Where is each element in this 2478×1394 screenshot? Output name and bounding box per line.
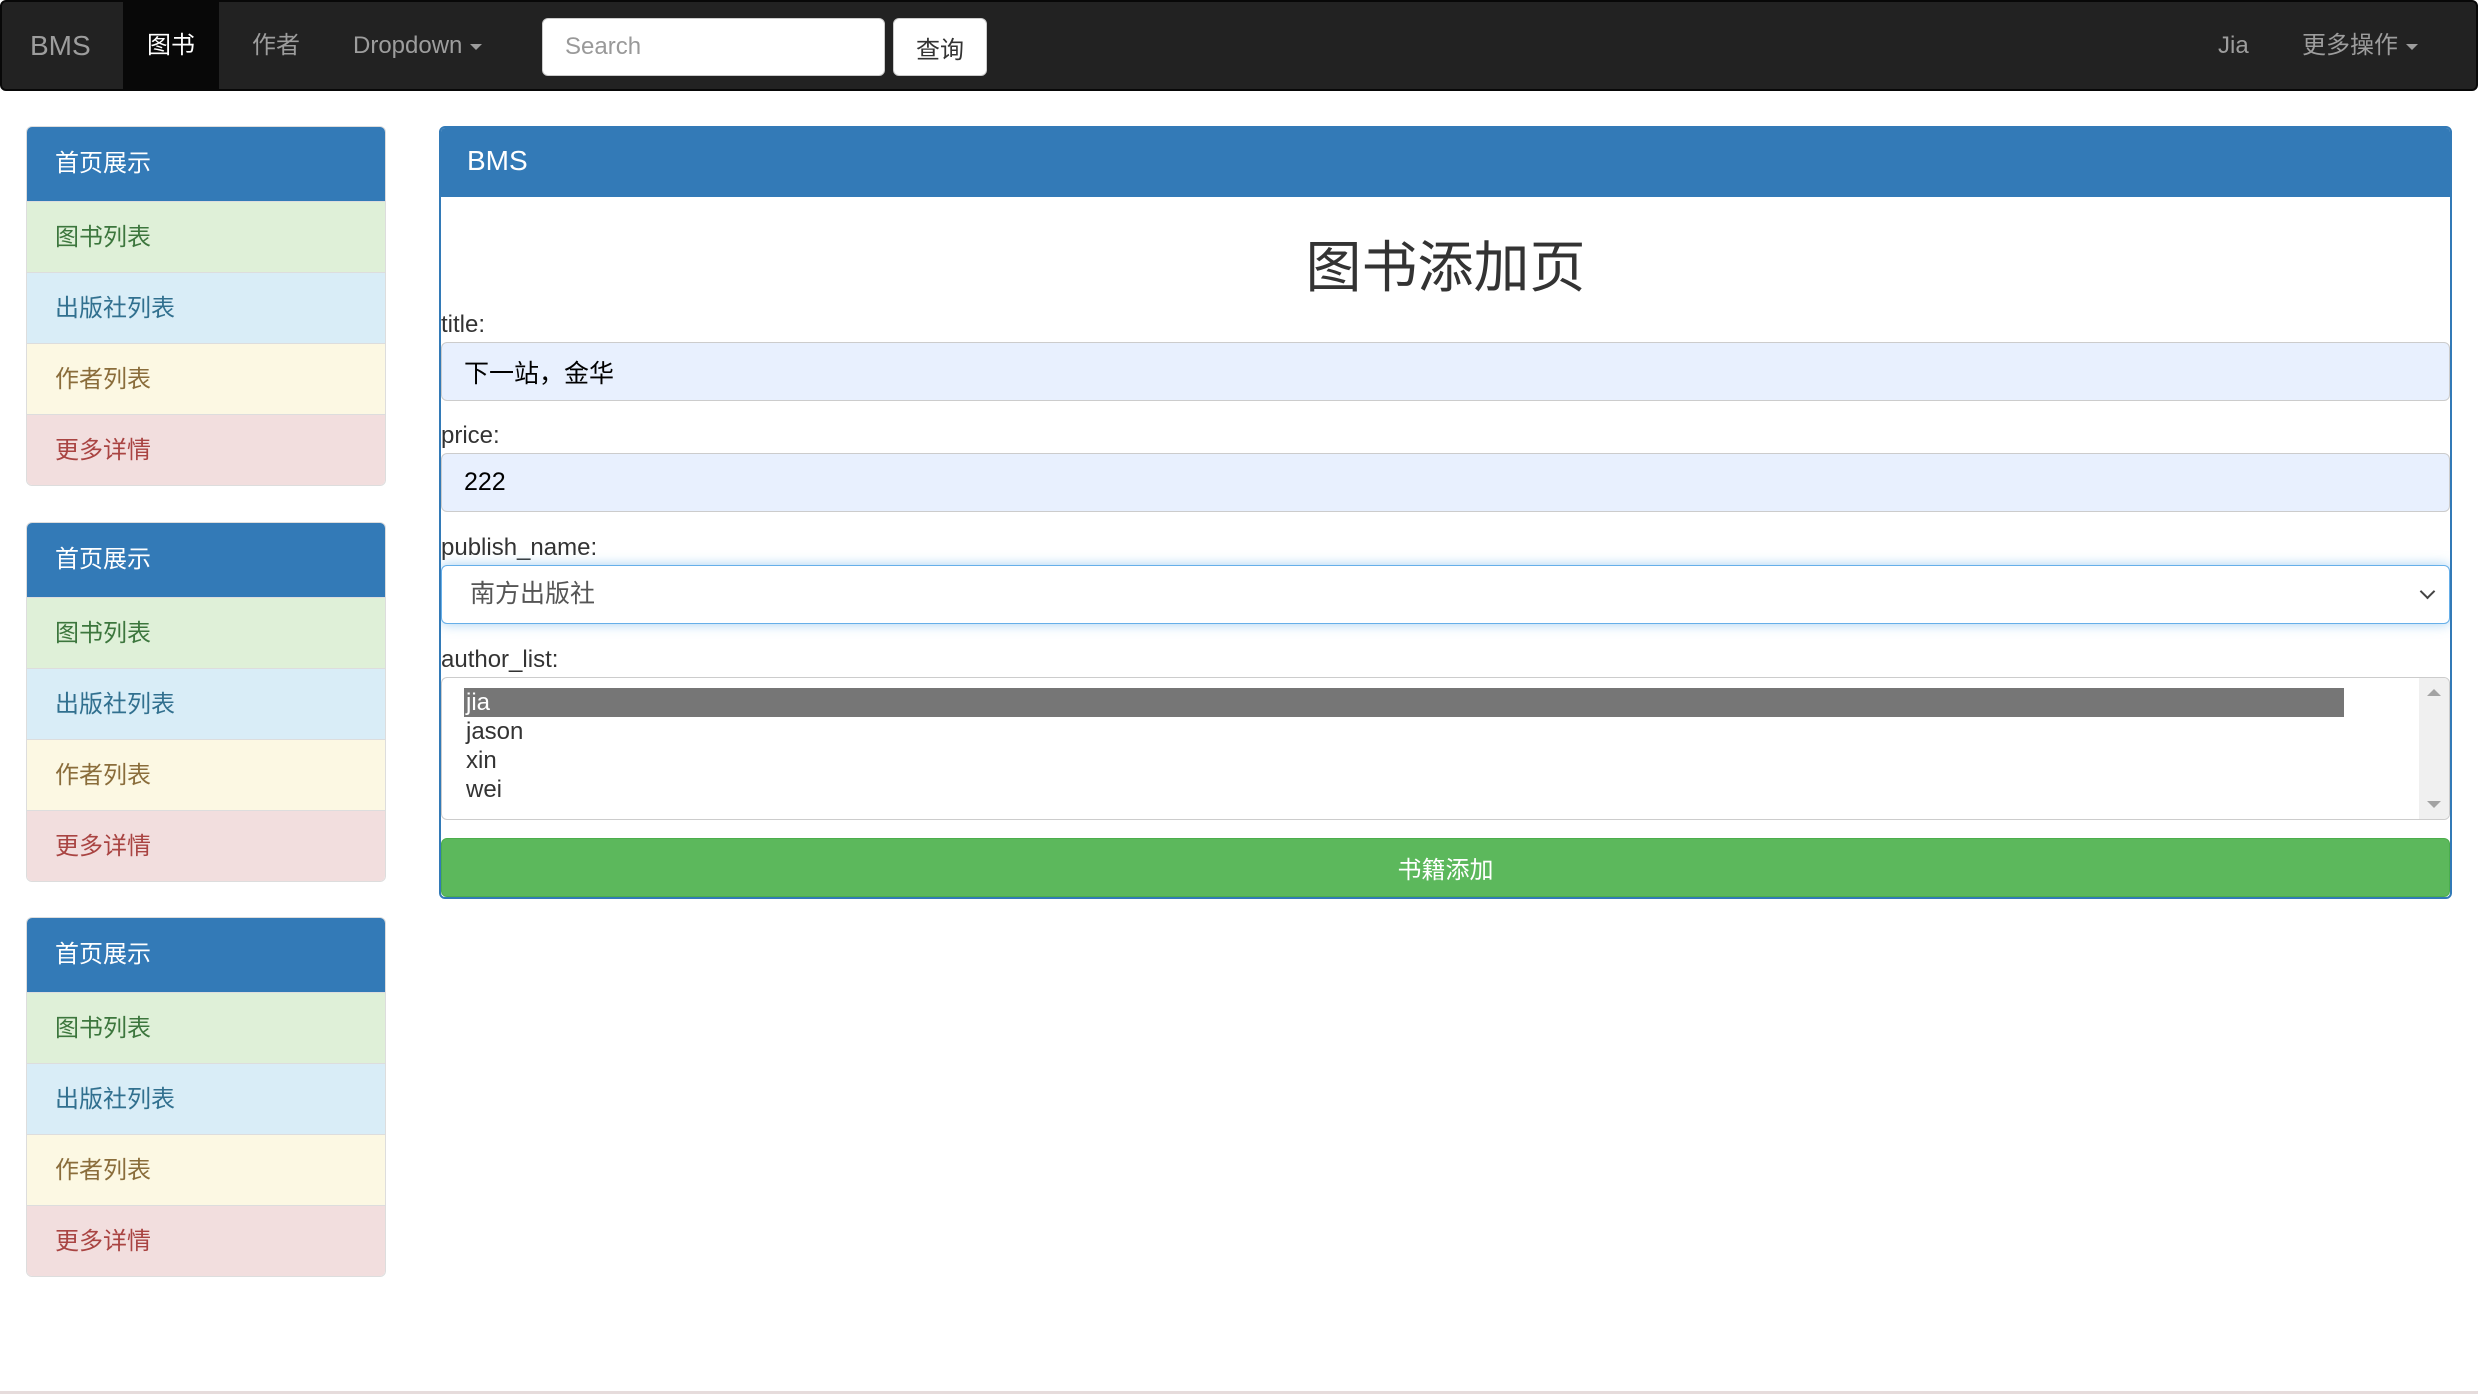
sidebar-item-publisher-list[interactable]: 出版社列表 — [27, 272, 385, 343]
panel-header: BMS — [441, 128, 2450, 197]
nav-tab-books[interactable]: 图书 — [123, 2, 219, 89]
nav-tab-authors-label: 作者 — [252, 32, 300, 59]
author-list-label: author_list: — [441, 646, 559, 673]
add-book-button[interactable]: 书籍添加 — [441, 838, 2450, 897]
author-option[interactable]: wei — [464, 775, 2344, 804]
price-label: price: — [441, 422, 500, 449]
sidebar-panel-header[interactable]: 首页展示 — [27, 127, 385, 201]
sidebar-panel-header[interactable]: 首页展示 — [27, 523, 385, 597]
scroll-up-arrow-icon[interactable] — [2427, 689, 2441, 696]
nav-user-label: Jia — [2218, 32, 2249, 59]
sidebar-item-publisher-list[interactable]: 出版社列表 — [27, 668, 385, 739]
title-label: title: — [441, 311, 486, 338]
nav-dropdown-label: Dropdown — [353, 32, 463, 59]
page-title: 图书添加页 — [1305, 236, 1586, 299]
publish-name-label: publish_name: — [441, 534, 598, 561]
navbar-brand[interactable]: BMS — [30, 2, 91, 89]
sidebar-item-book-list[interactable]: 图书列表 — [27, 201, 385, 272]
sidebar-item-book-list[interactable]: 图书列表 — [27, 992, 385, 1063]
title-input[interactable] — [441, 342, 2450, 401]
author-option[interactable]: jason — [464, 717, 2344, 746]
author-option[interactable]: xin — [464, 746, 2344, 775]
nav-user-link[interactable]: Jia — [2194, 2, 2273, 89]
sidebar-item-author-list[interactable]: 作者列表 — [27, 739, 385, 810]
caret-down-icon — [470, 43, 483, 50]
search-button[interactable]: 查询 — [893, 18, 987, 76]
sidebar-item-more-details[interactable]: 更多详情 — [27, 414, 385, 485]
sidebar-panel: 首页展示 图书列表 出版社列表 作者列表 更多详情 — [26, 917, 386, 1277]
nav-tab-books-label: 图书 — [147, 32, 195, 59]
sidebar-item-author-list[interactable]: 作者列表 — [27, 1134, 385, 1205]
author-multiselect[interactable]: jia jason xin wei — [441, 677, 2450, 820]
sidebar-panel-header[interactable]: 首页展示 — [27, 918, 385, 992]
book-add-panel: BMS 图书添加页 title: price: publish_name: 南方… — [439, 126, 2452, 899]
chevron-down-icon — [2419, 583, 2436, 600]
sidebar-panel: 首页展示 图书列表 出版社列表 作者列表 更多详情 — [26, 522, 386, 882]
sidebar-item-author-list[interactable]: 作者列表 — [27, 343, 385, 414]
sidebar-item-publisher-list[interactable]: 出版社列表 — [27, 1063, 385, 1134]
caret-down-icon — [2406, 43, 2418, 50]
nav-dropdown[interactable]: Dropdown — [329, 2, 506, 89]
search-input[interactable] — [542, 18, 885, 76]
author-option[interactable]: jia — [464, 688, 2344, 717]
publisher-select-value: 南方出版社 — [470, 580, 596, 608]
listbox-scrollbar[interactable] — [2419, 678, 2449, 819]
sidebar-item-book-list[interactable]: 图书列表 — [27, 597, 385, 668]
sidebar-item-more-details[interactable]: 更多详情 — [27, 810, 385, 881]
nav-more-actions-label: 更多操作 — [2302, 32, 2398, 59]
price-input[interactable] — [441, 453, 2450, 512]
scroll-down-arrow-icon[interactable] — [2427, 801, 2441, 808]
sidebar-item-more-details[interactable]: 更多详情 — [27, 1205, 385, 1276]
nav-more-actions-dropdown[interactable]: 更多操作 — [2278, 2, 2442, 89]
publisher-select[interactable]: 南方出版社 — [441, 565, 2450, 624]
nav-tab-authors[interactable]: 作者 — [228, 2, 324, 89]
top-navbar: BMS 图书 作者 Dropdown 查询 Jia 更多操作 — [0, 0, 2478, 91]
sidebar-panel: 首页展示 图书列表 出版社列表 作者列表 更多详情 — [26, 126, 386, 486]
